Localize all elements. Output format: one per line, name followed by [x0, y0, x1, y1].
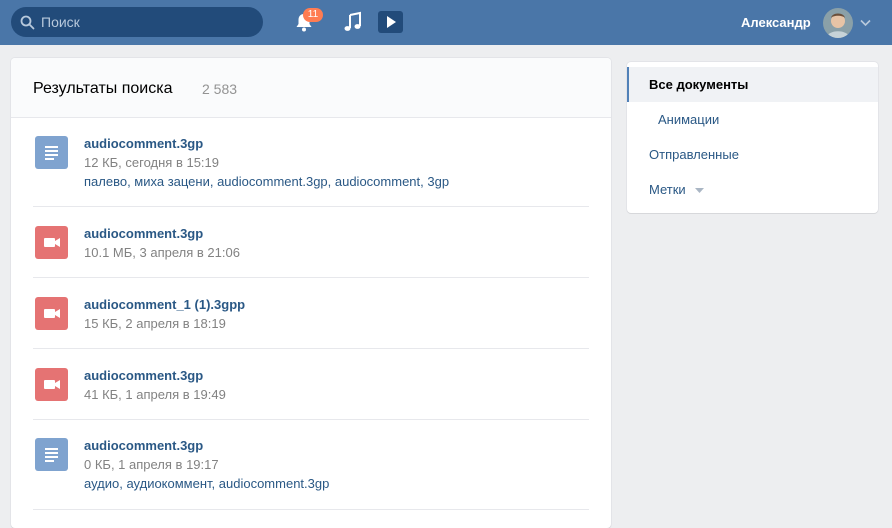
page-title: Результаты поиска — [33, 80, 173, 97]
search-results-panel: Результаты поиска 2 583 audiocomment.3gp… — [11, 58, 611, 528]
caret-down-icon — [695, 188, 705, 194]
document-meta: 41 КБ, 1 апреля в 19:49 — [84, 387, 226, 402]
document-meta: 0 КБ, 1 апреля в 19:17 — [84, 457, 219, 472]
document-name[interactable]: audiocomment.3gp — [84, 368, 203, 383]
divider — [33, 277, 589, 278]
document-meta: 10.1 МБ, 3 апреля в 21:06 — [84, 245, 240, 260]
menu-item-tags[interactable]: Метки — [627, 172, 878, 207]
top-bar: 11 Александр — [0, 0, 892, 45]
document-tags[interactable]: палево, миха зацени, audiocomment.3gp, a… — [84, 174, 449, 189]
list-item: audiocomment.3gp 0 КБ, 1 апреля в 19:17 … — [33, 438, 589, 510]
list-item: audiocomment_1 (1).3gpp 15 КБ, 2 апреля … — [33, 297, 589, 349]
video-icon[interactable] — [378, 11, 403, 33]
video-file-icon[interactable] — [35, 368, 68, 401]
document-meta: 12 КБ, сегодня в 15:19 — [84, 155, 219, 170]
document-tags[interactable]: аудио, аудиокоммент, audiocomment.3gp — [84, 476, 329, 491]
menu-item-label: Все документы — [649, 77, 749, 92]
divider — [33, 348, 589, 349]
avatar[interactable] — [823, 8, 853, 38]
search-box[interactable] — [11, 7, 263, 37]
video-file-icon[interactable] — [35, 226, 68, 259]
divider — [33, 206, 589, 207]
notifications-badge: 11 — [303, 8, 323, 22]
search-icon — [20, 15, 35, 30]
menu-item-all-documents[interactable]: Все документы — [627, 67, 878, 102]
chevron-down-icon[interactable] — [860, 19, 871, 27]
results-header: Результаты поиска 2 583 — [11, 58, 611, 118]
menu-item-sent[interactable]: Отправленные — [627, 137, 878, 172]
document-name[interactable]: audiocomment_1 (1).3gpp — [84, 297, 245, 312]
document-name[interactable]: audiocomment.3gp — [84, 438, 203, 453]
document-icon[interactable] — [35, 438, 68, 471]
list-item: audiocomment.3gp 41 КБ, 1 апреля в 19:49 — [33, 368, 589, 420]
document-name[interactable]: audiocomment.3gp — [84, 226, 203, 241]
documents-menu: Все документы Анимации Отправленные Метк… — [627, 62, 878, 213]
user-name[interactable]: Александр — [741, 15, 811, 30]
search-input[interactable] — [41, 7, 256, 37]
results-count: 2 583 — [202, 81, 238, 97]
video-file-icon[interactable] — [35, 297, 68, 330]
document-name[interactable]: audiocomment.3gp — [84, 136, 203, 151]
menu-item-label: Метки — [649, 182, 686, 197]
menu-item-label: Отправленные — [649, 147, 739, 162]
document-icon[interactable] — [35, 136, 68, 169]
divider — [33, 509, 589, 510]
list-item: audiocomment.3gp 10.1 МБ, 3 апреля в 21:… — [33, 226, 589, 278]
music-icon[interactable] — [343, 11, 363, 33]
menu-item-animations[interactable]: Анимации — [627, 102, 878, 137]
list-item: audiocomment.3gp 12 КБ, сегодня в 15:19 … — [33, 136, 589, 207]
document-meta: 15 КБ, 2 апреля в 18:19 — [84, 316, 226, 331]
menu-item-label: Анимации — [658, 112, 720, 127]
divider — [33, 419, 589, 420]
